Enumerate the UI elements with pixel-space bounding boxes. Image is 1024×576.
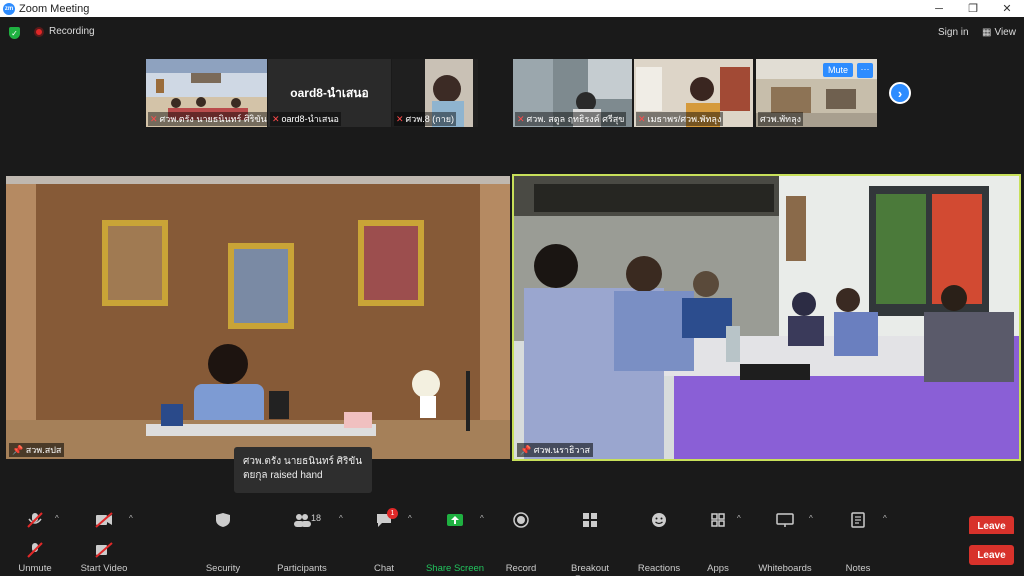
share-screen-button[interactable]: Share Screen xyxy=(420,534,490,576)
chat-options-chevron-icon[interactable]: ^ xyxy=(408,514,412,523)
record-dot-icon xyxy=(34,26,44,37)
muted-microphone-icon xyxy=(27,512,43,528)
whiteboard-icon xyxy=(776,513,794,527)
mute-participant-button[interactable]: Mute xyxy=(822,63,853,77)
unmute-button[interactable]: Unmute xyxy=(0,534,70,576)
thumbnail-tile[interactable]: Mute ··· ศวพ.พัทลุง xyxy=(756,59,877,127)
grid-view-icon: ▦ xyxy=(982,27,992,38)
unmute-options-chevron-icon[interactable]: ^ xyxy=(55,514,59,523)
recording-label: Recording xyxy=(49,26,95,37)
apps-icon xyxy=(711,513,725,527)
meeting-toolbar-duplicate: Unmute Start Video Security Participants… xyxy=(0,534,1024,576)
muted-mic-icon: ✕ xyxy=(396,114,404,124)
view-button[interactable]: ▦ View xyxy=(982,27,1016,38)
thumbnail-tile[interactable]: ✕ ศวพ. สตูล ฤทธิรงค์ ศรีสุข xyxy=(513,59,632,127)
recording-indicator[interactable]: Recording xyxy=(34,26,95,37)
video-label: 📌 ศวพ.นราธิวาส xyxy=(517,443,594,457)
apps-button[interactable]: Apps xyxy=(683,534,753,576)
participant-name: oard8-นำเสนอ xyxy=(290,86,369,100)
thumbnail-label: ✕ ศวพ.8 (กาย) xyxy=(394,112,457,126)
security-shield-icon[interactable]: ✓ xyxy=(9,27,20,39)
raised-hand-notification[interactable]: ศวพ.ตรัง นายธนินทร์ ศิริขันตยกุล raised … xyxy=(234,447,372,493)
security-button[interactable]: Security xyxy=(188,534,258,576)
record-icon xyxy=(513,512,529,528)
notes-icon xyxy=(851,512,865,528)
thumbnail-tile[interactable]: ✕ ศวพ.ตรัง นายธนินทร์ ศิริขัน... xyxy=(146,59,267,127)
thumbnail-label: ✕ ศวพ.ตรัง นายธนินทร์ ศิริขัน... xyxy=(148,112,267,126)
thumbnail-tile[interactable]: ✕ ศวพ.8 (กาย) xyxy=(392,59,478,127)
maximize-icon[interactable]: ❐ xyxy=(956,0,990,17)
meeting-top-bar: ✓ Recording Sign in ▦ View xyxy=(0,17,1024,49)
muted-mic-icon: ✕ xyxy=(150,114,158,124)
whiteboards-button[interactable]: Whiteboards xyxy=(750,534,820,576)
muted-mic-icon: ✕ xyxy=(272,114,280,124)
thumbnail-label: ศวพ.พัทลุง xyxy=(758,112,803,126)
apps-options-chevron-icon[interactable]: ^ xyxy=(737,514,741,523)
start-video-button[interactable]: Start Video xyxy=(69,534,139,576)
muted-mic-icon: ✕ xyxy=(517,114,525,124)
muted-microphone-icon xyxy=(27,542,43,558)
view-label: View xyxy=(994,27,1016,38)
minimize-icon[interactable]: ─ xyxy=(922,0,956,17)
notes-options-chevron-icon[interactable]: ^ xyxy=(883,514,887,523)
participant-video xyxy=(514,176,1019,459)
share-screen-icon xyxy=(447,514,463,526)
smiley-icon xyxy=(652,513,666,527)
chat-button[interactable]: Chat xyxy=(349,534,419,576)
next-page-arrow-icon[interactable]: › xyxy=(889,82,911,104)
record-button[interactable]: Record xyxy=(486,534,556,576)
chat-unread-badge: 1 xyxy=(387,508,398,519)
thumbnail-tile[interactable]: oard8-นำเสนอ ✕ oard8-นำเสนอ xyxy=(268,59,391,127)
pin-icon: 📌 xyxy=(12,445,26,455)
title-bar: zm Zoom Meeting ─ ❐ ✕ xyxy=(0,0,1024,17)
participants-icon xyxy=(294,514,311,527)
participants-options-chevron-icon[interactable]: ^ xyxy=(339,514,343,523)
shield-icon xyxy=(216,513,230,527)
thumbnail-label: ✕ ศวพ. สตูล ฤทธิรงค์ ศรีสุข xyxy=(515,112,627,126)
video-off-icon xyxy=(95,512,113,528)
sign-in-link[interactable]: Sign in xyxy=(938,27,969,38)
participants-button[interactable]: Participants xyxy=(267,534,337,576)
notes-button[interactable]: Notes xyxy=(823,534,893,576)
close-icon[interactable]: ✕ xyxy=(990,0,1024,17)
leave-button[interactable]: Leave xyxy=(969,516,1014,536)
share-options-chevron-icon[interactable]: ^ xyxy=(480,514,484,523)
video-tile-active-speaker[interactable]: 📌 ศวพ.นราธิวาส xyxy=(512,174,1021,461)
video-label: 📌 สวพ.สปส xyxy=(9,443,65,457)
participants-count: 18 xyxy=(311,513,322,523)
video-options-chevron-icon[interactable]: ^ xyxy=(129,514,133,523)
breakout-rooms-button[interactable]: Breakout Rooms xyxy=(555,534,625,576)
video-off-icon xyxy=(95,542,113,558)
participant-video xyxy=(6,176,510,459)
whiteboards-options-chevron-icon[interactable]: ^ xyxy=(809,514,813,523)
video-tile-left[interactable]: 📌 สวพ.สปส xyxy=(6,176,510,459)
thumbnail-label: ✕ เมธาพร/ศวพ.พัทลุง xyxy=(636,112,724,126)
thumbnail-tile[interactable]: ✕ เมธาพร/ศวพ.พัทลุง xyxy=(634,59,753,127)
zoom-logo-icon: zm xyxy=(3,2,15,15)
muted-mic-icon: ✕ xyxy=(638,114,646,124)
breakout-rooms-icon xyxy=(583,513,597,527)
leave-button[interactable]: Leave xyxy=(969,545,1014,565)
more-options-button[interactable]: ··· xyxy=(857,63,873,78)
window-title: Zoom Meeting xyxy=(19,2,90,15)
thumbnail-label: ✕ oard8-นำเสนอ xyxy=(270,112,341,126)
pin-icon: 📌 xyxy=(520,445,534,455)
